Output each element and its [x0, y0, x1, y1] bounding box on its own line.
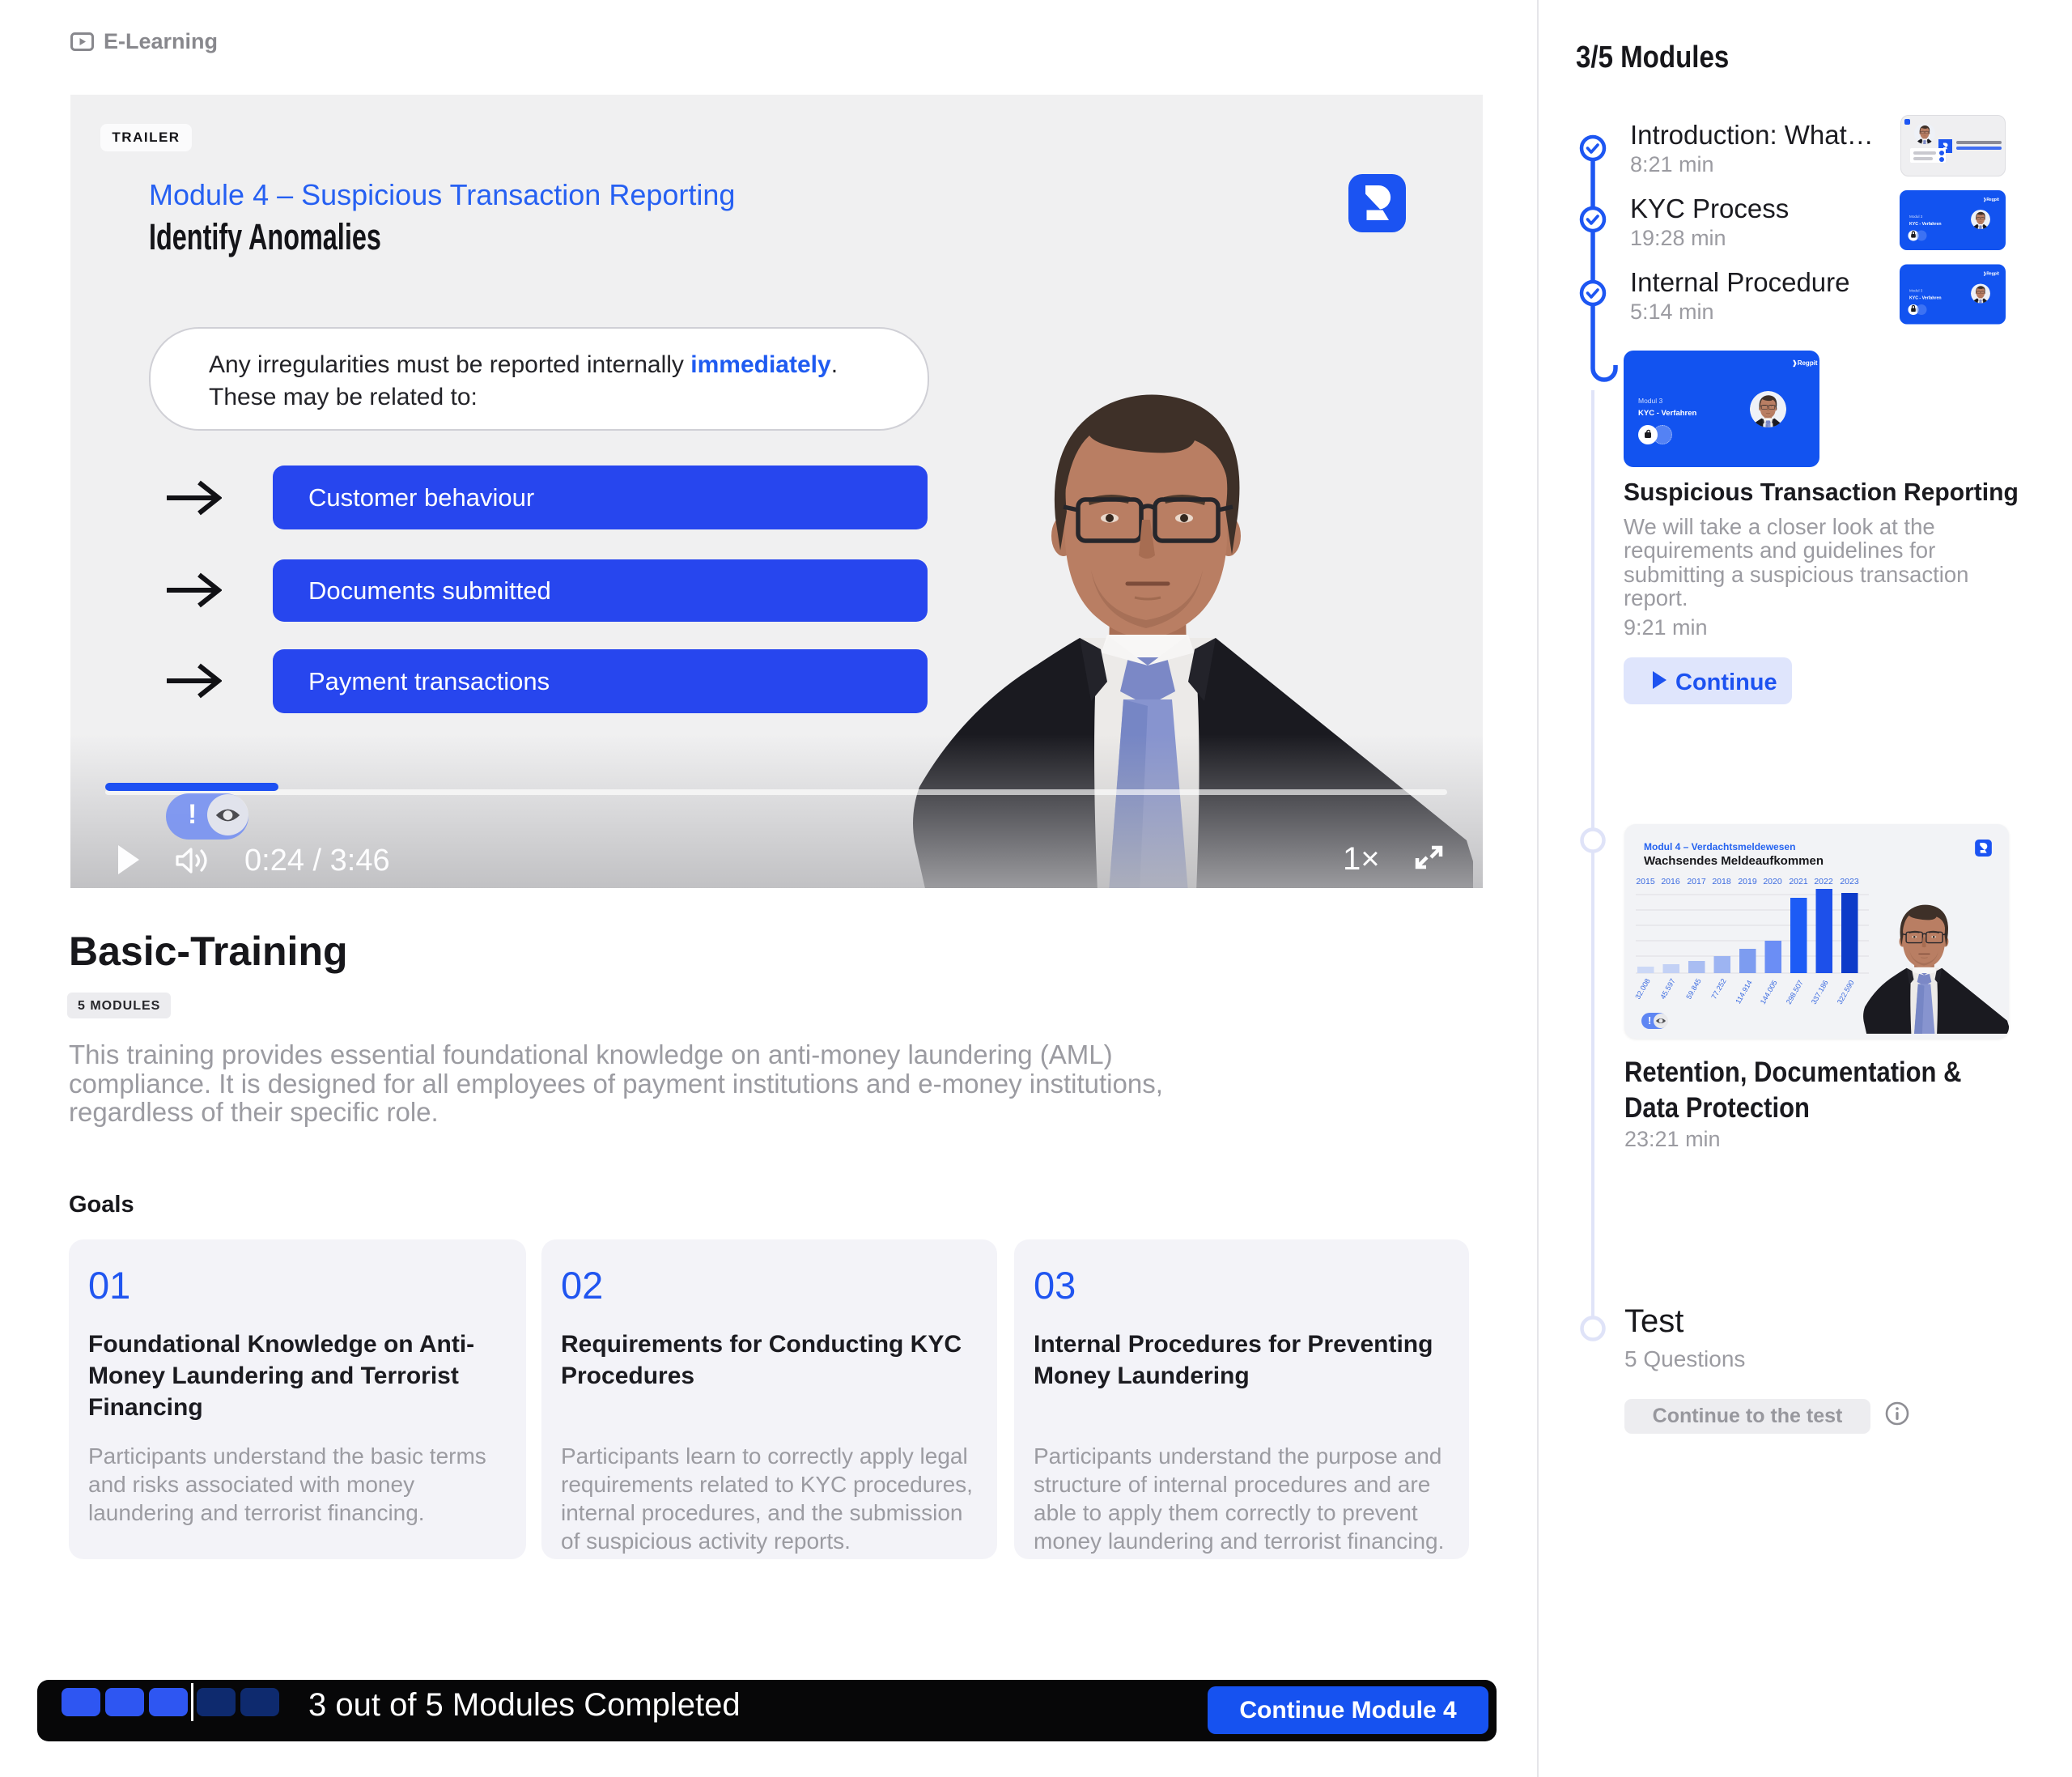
svg-text:77.252: 77.252 [1709, 977, 1727, 1001]
svg-text:144.005: 144.005 [1759, 979, 1779, 1005]
svg-text:2018: 2018 [1712, 877, 1731, 886]
svg-text:2017: 2017 [1687, 877, 1706, 886]
svg-text:337.186: 337.186 [1810, 979, 1830, 1005]
svg-text:114.914: 114.914 [1734, 979, 1754, 1005]
svg-text:2022: 2022 [1814, 877, 1833, 886]
svg-text:2023: 2023 [1840, 877, 1859, 886]
svg-text:2020: 2020 [1763, 877, 1782, 886]
svg-text:2015: 2015 [1636, 877, 1655, 886]
svg-text:298.507: 298.507 [1785, 979, 1805, 1005]
svg-text:59.845: 59.845 [1684, 977, 1702, 1001]
svg-text:2019: 2019 [1738, 877, 1757, 886]
svg-text:32.008: 32.008 [1634, 977, 1652, 1001]
svg-text:322.590: 322.590 [1836, 979, 1856, 1005]
svg-text:2021: 2021 [1789, 877, 1808, 886]
svg-text:45.597: 45.597 [1658, 977, 1676, 1001]
svg-text:2016: 2016 [1661, 877, 1680, 886]
